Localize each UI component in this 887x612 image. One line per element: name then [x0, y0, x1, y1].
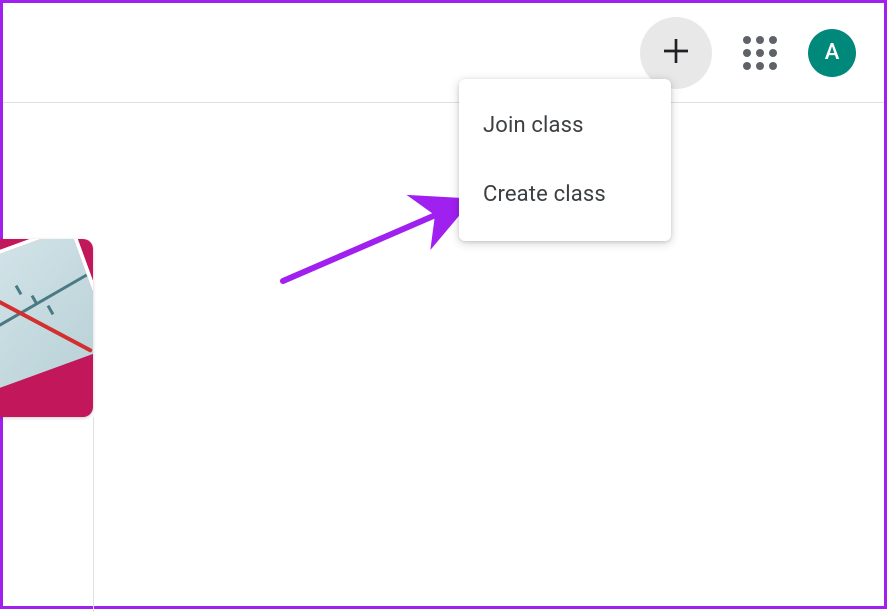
menu-item-join-class[interactable]: Join class [459, 91, 671, 160]
annotation-arrow-icon [273, 181, 483, 291]
google-apps-button[interactable] [736, 29, 784, 77]
plus-icon [660, 35, 692, 71]
card-divider [93, 417, 94, 612]
account-avatar[interactable]: A [808, 29, 856, 77]
app-header: A [3, 3, 884, 103]
menu-item-create-class[interactable]: Create class [459, 160, 671, 229]
menu-item-label: Create class [483, 182, 606, 207]
avatar-initial: A [825, 40, 840, 65]
add-menu: Join class Create class [459, 79, 671, 241]
add-button[interactable] [640, 17, 712, 89]
menu-item-label: Join class [483, 113, 584, 138]
class-card-thumbnail[interactable] [0, 239, 93, 417]
apps-grid-icon [743, 36, 777, 70]
